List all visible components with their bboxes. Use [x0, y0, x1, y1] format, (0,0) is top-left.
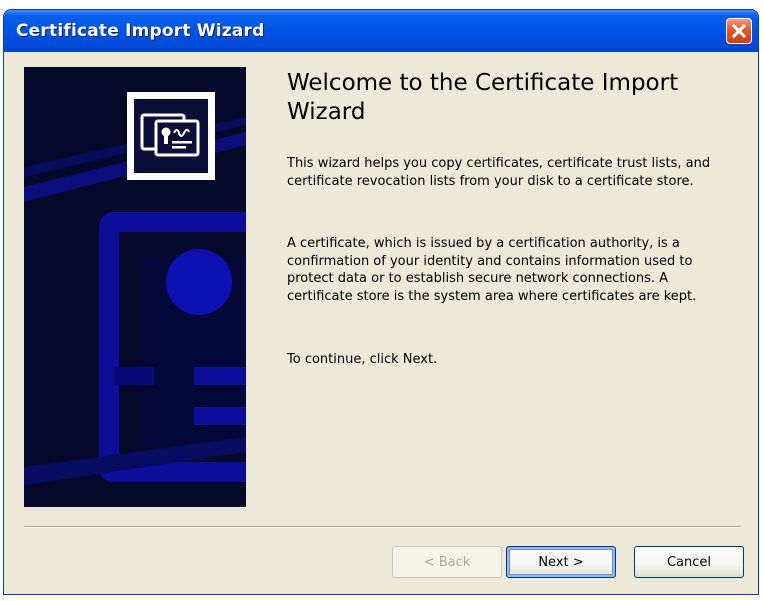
window-title: Certificate Import Wizard	[16, 21, 265, 41]
close-button[interactable]	[726, 18, 752, 44]
back-button[interactable]: < Back	[392, 546, 502, 578]
back-button-label: Back	[438, 554, 471, 570]
back-button-prefix: <	[423, 554, 439, 570]
certificate-description-paragraph: A certificate, which is issued by a cert…	[287, 236, 697, 304]
certificate-icon	[140, 113, 200, 157]
continue-instruction: To continue, click Next.	[287, 352, 438, 367]
certificate-tile-background	[134, 99, 208, 173]
next-button-suffix: >	[568, 554, 584, 570]
wizard-heading: Welcome to the Certificate Import Wizard	[287, 70, 679, 125]
wizard-client-area: Welcome to the Certificate Import Wizard…	[7, 52, 755, 591]
intro-paragraph: This wizard helps you copy certificates,…	[287, 156, 711, 189]
title-bar[interactable]: Certificate Import Wizard	[4, 10, 758, 52]
close-x-icon	[731, 23, 747, 39]
cancel-button-label: Cancel	[666, 554, 712, 570]
wizard-banner	[24, 67, 246, 507]
next-button[interactable]: Next >	[506, 546, 616, 578]
footer-separator	[24, 526, 741, 528]
next-button-label: Next	[538, 554, 569, 570]
cancel-button[interactable]: Cancel	[634, 546, 744, 578]
certificate-import-wizard-window: Certificate Import Wizard Welcome to the…	[3, 9, 759, 595]
certificate-tile	[127, 92, 215, 180]
